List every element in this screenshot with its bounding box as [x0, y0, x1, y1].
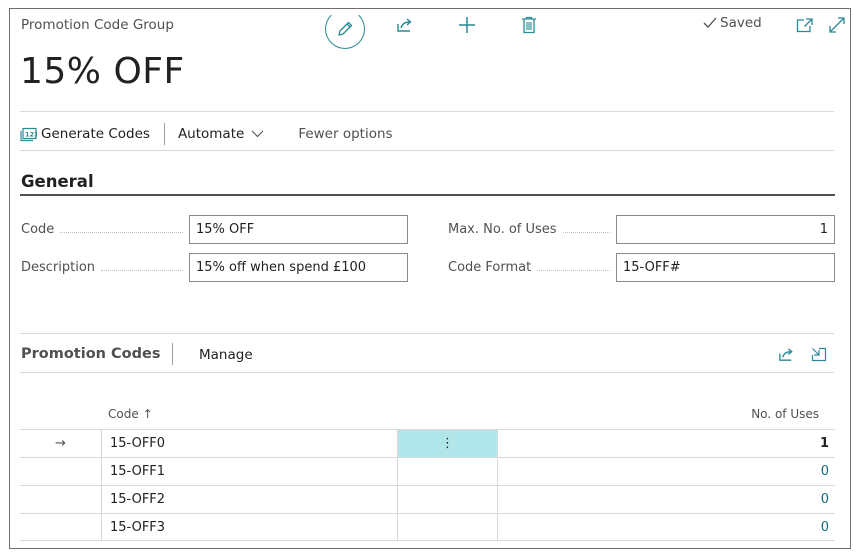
promotion-codes-grid: → 15-OFF0 ⋮ 1 15-OFF1 0 15-OFF2 0 15-OFF… — [20, 429, 835, 541]
code-format-field[interactable]: 15-OFF# — [616, 253, 835, 282]
section-title-general: General — [21, 172, 94, 191]
divider — [20, 150, 834, 151]
code-cell[interactable]: 15-OFF1 — [102, 458, 398, 485]
row-menu-cell[interactable] — [398, 514, 498, 540]
saved-label: Saved — [720, 15, 762, 31]
divider — [20, 111, 834, 112]
max-uses-label: Max. No. of Uses — [448, 222, 616, 237]
page-caption: Promotion Code Group — [21, 17, 174, 33]
description-label-text: Description — [21, 260, 96, 275]
code-format-label-text: Code Format — [448, 260, 532, 275]
separator — [172, 343, 173, 365]
code-format-value: 15-OFF# — [623, 260, 681, 275]
description-label: Description — [21, 260, 189, 275]
more-vertical-icon[interactable]: ⋮ — [398, 430, 498, 457]
generate-codes-icon: 123 — [20, 127, 37, 141]
automate-label: Automate — [177, 126, 245, 142]
max-uses-label-text: Max. No. of Uses — [448, 222, 557, 237]
subpart-share-button[interactable] — [775, 343, 797, 365]
saved-status: Saved — [703, 15, 762, 31]
subpart-collapse-button[interactable] — [808, 343, 830, 365]
column-header-uses[interactable]: No. of Uses — [751, 407, 819, 421]
arrow-right-icon: → — [20, 430, 102, 457]
table-row[interactable]: 15-OFF3 0 — [20, 513, 835, 541]
expand-button[interactable] — [826, 14, 848, 36]
code-cell[interactable]: 15-OFF0 — [102, 430, 398, 457]
row-menu-cell[interactable] — [398, 458, 498, 485]
expand-icon — [829, 17, 845, 33]
new-button[interactable] — [456, 14, 478, 36]
plus-icon — [459, 17, 475, 33]
column-header-code[interactable]: Code ↑ — [108, 407, 153, 421]
subpart-title-promotion-codes[interactable]: Promotion Codes — [21, 346, 161, 362]
max-uses-field[interactable]: 1 — [616, 215, 835, 244]
row-indicator — [20, 458, 102, 485]
collapse-icon — [811, 347, 827, 361]
uses-cell[interactable]: 0 — [498, 486, 835, 513]
table-row[interactable]: 15-OFF2 0 — [20, 485, 835, 513]
page-title: 15% OFF — [20, 51, 185, 92]
separator — [163, 123, 165, 145]
uses-cell[interactable]: 0 — [498, 458, 835, 485]
code-field[interactable]: 15% OFF — [189, 215, 408, 244]
table-row[interactable]: 15-OFF1 0 — [20, 457, 835, 485]
uses-cell[interactable]: 1 — [498, 430, 835, 457]
divider — [20, 333, 834, 334]
code-cell[interactable]: 15-OFF2 — [102, 486, 398, 513]
code-value: 15% OFF — [196, 222, 255, 237]
share-button[interactable] — [394, 14, 416, 36]
description-value: 15% off when spend £100 — [196, 260, 367, 275]
action-bar: 123 Generate Codes Automate Fewer option… — [20, 121, 393, 147]
chevron-down-icon — [251, 130, 264, 138]
row-menu-cell[interactable] — [398, 486, 498, 513]
generate-codes-label: Generate Codes — [41, 126, 150, 142]
delete-button[interactable] — [518, 14, 540, 36]
svg-text:123: 123 — [25, 130, 37, 138]
card-page: Promotion Code Group 15% OFF Saved 123 G… — [9, 8, 851, 549]
code-format-label: Code Format — [448, 260, 616, 275]
edit-button[interactable] — [325, 9, 365, 49]
fewer-options-button[interactable]: Fewer options — [298, 126, 392, 142]
section-rule — [20, 194, 835, 196]
uses-cell[interactable]: 0 — [498, 514, 835, 540]
row-indicator — [20, 486, 102, 513]
automate-menu[interactable]: Automate — [178, 126, 264, 142]
open-new-window-button[interactable] — [793, 14, 815, 36]
code-label: Code — [21, 222, 189, 237]
code-label-text: Code — [21, 222, 55, 237]
share-icon — [397, 18, 412, 32]
row-indicator — [20, 514, 102, 540]
fewer-options-label: Fewer options — [298, 126, 393, 142]
divider — [20, 372, 834, 373]
edit-icon — [338, 21, 353, 36]
delete-icon — [522, 16, 536, 34]
check-icon — [703, 17, 717, 28]
share-icon — [778, 347, 793, 361]
max-uses-value: 1 — [819, 222, 828, 237]
description-field[interactable]: 15% off when spend £100 — [189, 253, 408, 282]
code-cell[interactable]: 15-OFF3 — [102, 514, 398, 540]
generate-codes-button[interactable]: 123 Generate Codes — [20, 126, 150, 142]
sort-ascending-icon: ↑ — [142, 407, 153, 421]
open-new-window-icon — [796, 17, 813, 32]
table-row[interactable]: → 15-OFF0 ⋮ 1 — [20, 429, 835, 457]
manage-menu[interactable]: Manage — [199, 347, 253, 363]
column-header-code-label: Code — [108, 407, 139, 421]
